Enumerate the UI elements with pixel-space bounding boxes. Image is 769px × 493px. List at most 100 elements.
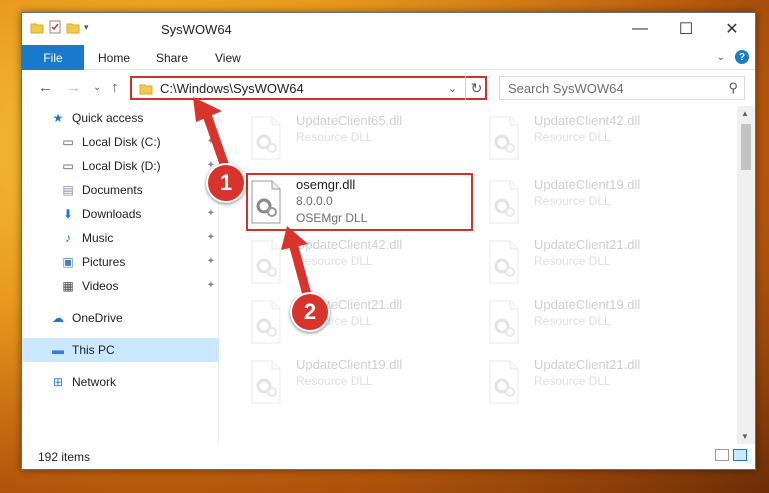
ribbon-tabs: File Home Share View ⌄ ? (22, 45, 755, 70)
selected-file-highlight (246, 173, 473, 231)
file-name: UpdateClient19.dll (534, 297, 641, 312)
chevron-down-icon[interactable]: ⌄ (448, 82, 457, 95)
sidebar-item-label: Documents (82, 183, 143, 197)
navigation-pane: ★ Quick access ▭ Local Disk (C:) ✦ ▭ Local Dis… (22, 106, 219, 444)
network-icon: ⊞ (52, 375, 64, 389)
up-icon[interactable]: ↑ (111, 79, 119, 96)
file-type: Resource DLL (296, 254, 373, 268)
music-icon: ♪ (65, 231, 71, 245)
sidebar-item[interactable]: ▤Documents✦ (22, 178, 219, 202)
view-toggles (715, 449, 747, 461)
refresh-icon: ↻ (470, 79, 483, 96)
ribbon-right: ⌄ ? (717, 50, 749, 64)
back-icon[interactable]: ← (38, 79, 53, 96)
dll-file-icon (251, 300, 281, 344)
tab-view[interactable]: View (215, 51, 241, 65)
file-list: UpdateClient65.dll Resource DLL UpdateClie… (220, 106, 737, 444)
star-icon: ★ (52, 111, 64, 125)
file-item[interactable]: UpdateClient21.dll Resource DLL (484, 356, 709, 412)
cloud-icon: ☁ (52, 311, 64, 325)
address-path[interactable]: C:\Windows\SysWOW64 (160, 81, 304, 96)
recent-locations-icon[interactable]: ⌄ (93, 82, 101, 93)
file-name: UpdateClient42.dll (296, 237, 403, 252)
computer-icon: ▬ (52, 343, 64, 357)
search-icon: ⚲ (728, 80, 738, 95)
sidebar-item-label: Music (82, 231, 114, 245)
file-item[interactable]: UpdateClient21.dll Resource DLL (484, 236, 709, 292)
large-icons-view-icon[interactable] (733, 449, 747, 461)
maximize-button[interactable]: ☐ (663, 13, 709, 45)
sidebar-item[interactable]: ⬇ Downloads ✦ (22, 202, 219, 226)
file-item[interactable]: UpdateClient19.dll Resource DLL (484, 296, 709, 352)
file-name: UpdateClient65.dll (296, 113, 403, 128)
window-title: SysWOW64 (161, 22, 232, 37)
pin-icon: ✦ (206, 280, 215, 291)
download-icon: ⬇ (62, 207, 74, 221)
file-meta: UpdateClient21.dll Resource DLL (534, 236, 640, 270)
scroll-up-icon[interactable]: ▲ (741, 109, 749, 118)
dll-file-icon (251, 116, 281, 160)
file-item[interactable]: UpdateClient65.dll Resource DLL (246, 112, 471, 168)
scrollbar-thumb[interactable] (741, 124, 751, 170)
caption-buttons: — ☐ ✕ (617, 13, 755, 45)
videos-icon: ▦ (62, 279, 74, 293)
address-bar[interactable]: C:\Windows\SysWOW64 ⌄ (130, 76, 487, 100)
scroll-down-icon[interactable]: ▼ (741, 432, 749, 441)
pin-icon: ✦ (206, 256, 215, 267)
file-type: Resource DLL (534, 194, 611, 208)
sidebar-item-label: Local Disk (C:) (82, 135, 161, 149)
dll-file-icon (251, 360, 281, 404)
properties-icon[interactable] (48, 20, 62, 34)
drive-icon: ▭ (62, 135, 74, 149)
minimize-button[interactable]: — (617, 13, 663, 45)
sidebar-item[interactable]: ☁ OneDrive (22, 306, 219, 330)
file-item[interactable]: UpdateClient19.dll Resource DLL (484, 176, 709, 232)
file-item[interactable]: UpdateClient42.dll Resource DLL (246, 236, 471, 292)
dll-file-icon (489, 300, 519, 344)
sidebar-item[interactable]: ▭ Local Disk (D:) ✦ (22, 154, 219, 178)
sidebar-item-label: OneDrive (72, 311, 123, 325)
dll-file-icon (251, 240, 281, 284)
close-button[interactable]: ✕ (709, 13, 755, 45)
sidebar-item-label: Pictures (82, 255, 126, 269)
help-icon[interactable]: ? (735, 50, 749, 64)
vertical-scrollbar[interactable]: ▲ ▼ (737, 106, 755, 444)
forward-icon[interactable]: → (66, 79, 81, 96)
sidebar-item-label: This PC (72, 343, 115, 357)
new-folder-icon[interactable] (66, 21, 80, 34)
details-view-icon[interactable] (715, 449, 729, 461)
file-name: UpdateClient42.dll (534, 113, 641, 128)
pictures-icon: ▣ (62, 255, 74, 269)
quick-access-toolbar: ▾ (30, 20, 89, 34)
tab-file[interactable]: File (22, 45, 84, 70)
refresh-button[interactable]: ↻ (465, 76, 487, 100)
sidebar-item[interactable]: ▦ Videos ✦ (22, 274, 219, 298)
tab-home[interactable]: Home (98, 51, 130, 65)
file-meta: UpdateClient19.dll Resource DLL (534, 296, 640, 330)
sidebar-item[interactable]: ★ Quick access (22, 106, 219, 130)
sidebar-item[interactable]: ▭ Local Disk (C:) ✦ (22, 130, 219, 154)
sidebar-item[interactable]: ▣ Pictures ✦ (22, 250, 219, 274)
sidebar-item-label: Downloads (82, 207, 142, 221)
sidebar-item[interactable]: ▬ This PC (22, 338, 219, 362)
file-meta: UpdateClient19.dll Resource DLL (296, 356, 402, 390)
file-name: UpdateClient19.dll (534, 177, 641, 192)
expand-ribbon-icon[interactable]: ⌄ (717, 52, 725, 63)
file-type: Resource DLL (534, 130, 611, 144)
sidebar-item[interactable]: ⊞ Network (22, 370, 219, 394)
file-type: Resource DLL (534, 314, 611, 328)
file-meta: UpdateClient65.dll Resource DLL (296, 112, 402, 146)
file-item[interactable]: UpdateClient21.dll Resource DLL (246, 296, 471, 352)
file-meta: UpdateClient21.dll Resource DLL (534, 356, 640, 390)
sidebar-item[interactable]: ♪ Music ✦ (22, 226, 219, 250)
customize-toolbar-icon[interactable]: ▾ (84, 22, 89, 33)
search-input[interactable]: Search SysWOW64 ⚲ (499, 76, 745, 100)
dll-file-icon (489, 180, 519, 224)
dll-file-icon (489, 116, 519, 160)
status-bar: 192 items (22, 444, 755, 469)
file-item[interactable]: UpdateClient42.dll Resource DLL (484, 112, 709, 168)
navigation-bar: ← → ⌄ ↑ C:\Windows\SysWOW64 ⌄ ↻ Search S… (22, 70, 755, 106)
file-item[interactable]: UpdateClient19.dll Resource DLL (246, 356, 471, 412)
tab-share[interactable]: Share (156, 51, 188, 65)
file-type: Resource DLL (534, 254, 611, 268)
